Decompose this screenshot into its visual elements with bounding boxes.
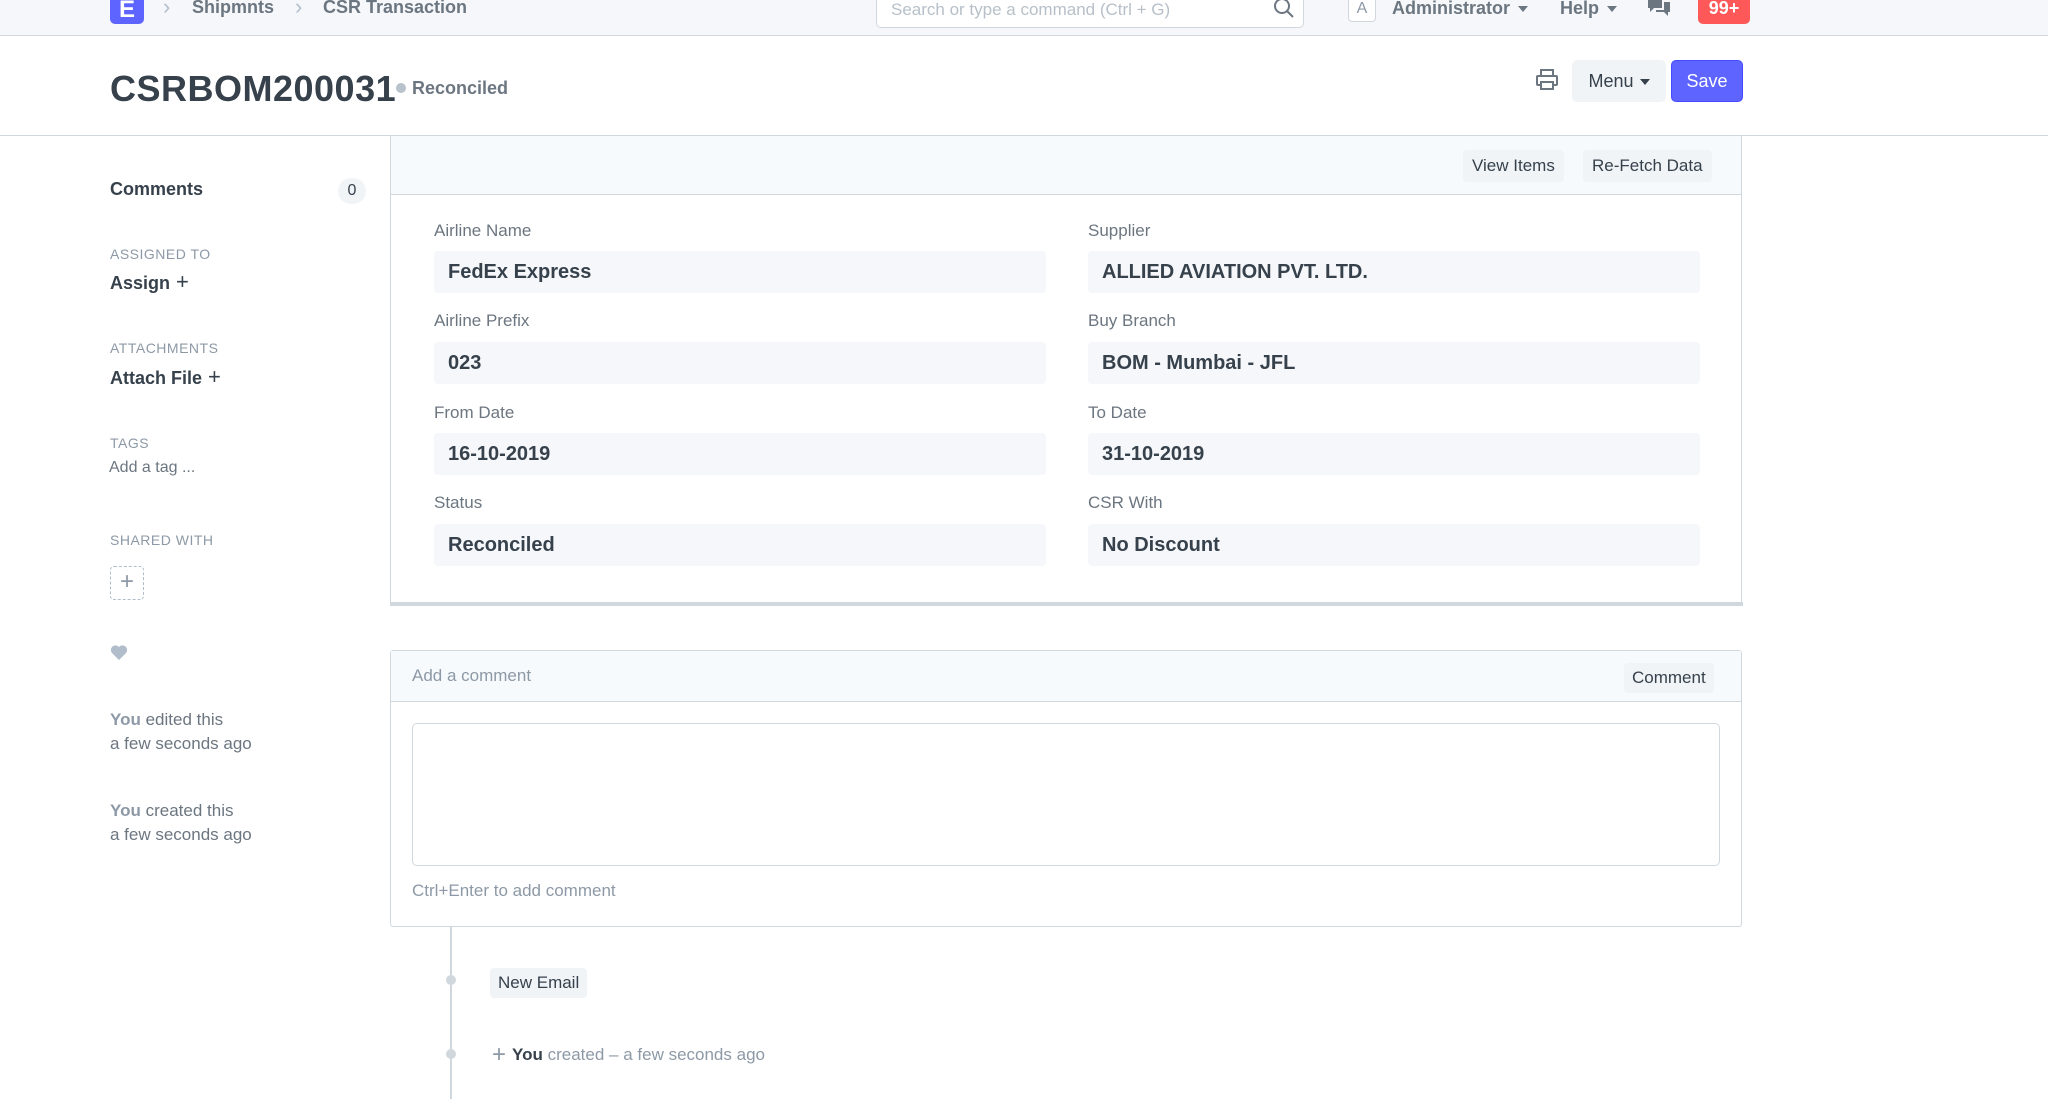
timeline-text: created – a few seconds ago (547, 1045, 765, 1064)
comment-box: Add a comment Comment Ctrl+Enter to add … (390, 650, 1742, 927)
activity-who: You (110, 801, 141, 820)
comment-hint: Ctrl+Enter to add comment (412, 881, 616, 900)
print-icon[interactable] (1535, 68, 1559, 92)
chat-icon[interactable] (1646, 0, 1672, 18)
sidebar-comments-label[interactable]: Comments (110, 179, 203, 200)
activity-time: a few seconds ago (110, 825, 252, 844)
navbar: E › Shipmnts › CSR Transaction Search or… (0, 0, 2048, 36)
search-icon[interactable] (1273, 0, 1295, 19)
refetch-data-button[interactable]: Re-Fetch Data (1583, 150, 1712, 182)
timeline-dot (446, 975, 456, 985)
add-share-button[interactable]: + (110, 566, 144, 600)
caret-down-icon (1607, 6, 1618, 13)
field-label-from-date: From Date (434, 403, 515, 422)
field-supplier[interactable]: ALLIED AVIATION PVT. LTD. (1088, 251, 1700, 293)
timeline-who: You (512, 1045, 543, 1064)
form-toolbar: View Items Re-Fetch Data (391, 136, 1741, 195)
field-label-supplier: Supplier (1088, 221, 1151, 240)
help-label: Help (1560, 0, 1600, 18)
field-airline-prefix[interactable]: 023 (434, 342, 1046, 384)
activity-who: You (110, 710, 141, 729)
add-tag-input[interactable]: Add a tag ... (109, 459, 195, 477)
field-buy-branch[interactable]: BOM - Mumbai - JFL (1088, 342, 1700, 384)
chevron-right-icon: › (295, 0, 303, 19)
field-label-buy-branch: Buy Branch (1088, 311, 1176, 330)
form-bottom-border (391, 602, 1743, 606)
user-label: Administrator (1392, 0, 1511, 18)
add-comment-label[interactable]: Add a comment (412, 666, 531, 686)
shared-with-label: SHARED WITH (110, 532, 214, 548)
activity-action: created this (145, 801, 234, 820)
status-indicator: Reconciled (396, 78, 508, 99)
field-csr-with[interactable]: No Discount (1088, 524, 1700, 566)
plus-icon: + (119, 568, 134, 595)
caret-down-icon (1518, 6, 1529, 13)
page-title: CSRBOM200031 (110, 68, 397, 109)
help-menu[interactable]: Help (1560, 0, 1618, 19)
assign-button[interactable]: Assign + (110, 271, 189, 294)
form-card: View Items Re-Fetch Data Airline Name Fe… (390, 136, 1743, 606)
comment-button[interactable]: Comment (1624, 663, 1714, 693)
menu-label: Menu (1588, 71, 1634, 91)
activity-action: edited this (145, 710, 224, 729)
page-head: CSRBOM200031 Reconciled Menu Save (0, 36, 2048, 136)
activity-item: You created this a few seconds ago (110, 799, 252, 847)
plus-icon: + (176, 269, 189, 294)
comment-header: Add a comment Comment (391, 651, 1741, 702)
field-label-airline-name: Airline Name (434, 221, 532, 240)
field-label-status: Status (434, 493, 483, 512)
timeline-line (450, 927, 452, 1099)
timeline-entry: + You created – a few seconds ago (492, 1041, 765, 1069)
activity-item: You edited this a few seconds ago (110, 708, 252, 756)
app-logo[interactable]: E (110, 0, 144, 24)
search-input[interactable]: Search or type a command (Ctrl + G) (876, 0, 1304, 28)
user-menu[interactable]: Administrator (1392, 0, 1529, 19)
field-to-date[interactable]: 31-10-2019 (1088, 433, 1700, 475)
search-placeholder: Search or type a command (Ctrl + G) (891, 0, 1171, 19)
heart-icon[interactable] (110, 644, 128, 661)
plus-icon: + (492, 1041, 507, 1068)
new-email-button[interactable]: New Email (490, 968, 588, 998)
plus-icon: + (208, 364, 221, 389)
attach-file-label: Attach File (110, 368, 203, 388)
avatar[interactable]: A (1348, 0, 1376, 22)
field-airline-name[interactable]: FedEx Express (434, 251, 1046, 293)
tags-label: TAGS (110, 435, 150, 451)
menu-button[interactable]: Menu (1572, 60, 1666, 102)
attach-file-button[interactable]: Attach File + (110, 366, 221, 389)
field-label-to-date: To Date (1088, 403, 1147, 422)
comment-textarea[interactable] (412, 723, 1720, 866)
breadcrumb-shipmnts[interactable]: Shipmnts (192, 0, 274, 16)
field-status[interactable]: Reconciled (434, 524, 1046, 566)
field-label-airline-prefix: Airline Prefix (434, 311, 530, 330)
status-text: Reconciled (412, 78, 509, 98)
comments-count-badge: 0 (338, 178, 366, 204)
attachments-label: ATTACHMENTS (110, 340, 219, 356)
field-label-csr-with: CSR With (1088, 493, 1163, 512)
chevron-right-icon: › (163, 0, 171, 19)
assigned-to-label: ASSIGNED TO (110, 246, 211, 262)
notification-badge[interactable]: 99+ (1698, 0, 1750, 24)
activity-time: a few seconds ago (110, 734, 252, 753)
save-button[interactable]: Save (1671, 60, 1743, 102)
caret-down-icon (1639, 79, 1650, 86)
breadcrumb-csr-transaction[interactable]: CSR Transaction (323, 0, 467, 16)
timeline-dot (446, 1049, 456, 1059)
assign-label: Assign (110, 273, 171, 293)
field-from-date[interactable]: 16-10-2019 (434, 433, 1046, 475)
view-items-button[interactable]: View Items (1463, 150, 1564, 182)
status-dot-icon (396, 83, 406, 93)
